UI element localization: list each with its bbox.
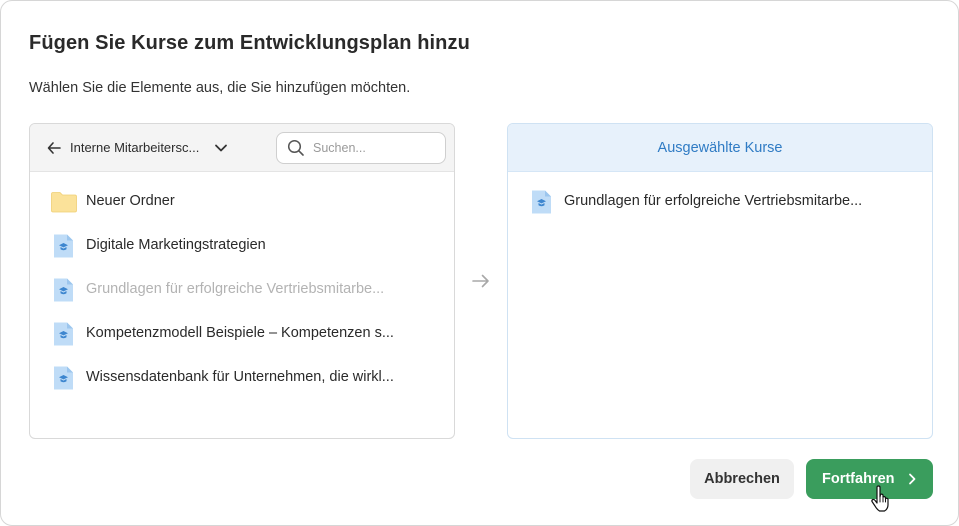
dialog-subtitle: Wählen Sie die Elemente aus, die Sie hin… bbox=[29, 80, 411, 96]
selected-item-label: Grundlagen für erfolgreiche Vertriebsmit… bbox=[564, 193, 863, 209]
folder-icon bbox=[51, 192, 77, 213]
list-item-course[interactable]: Kompetenzmodell Beispiele – Kompetenzen … bbox=[30, 312, 454, 356]
add-courses-dialog: Fügen Sie Kurse zum Entwicklungsplan hin… bbox=[0, 0, 959, 526]
cancel-button[interactable]: Abbrechen bbox=[690, 459, 794, 499]
selected-panel: Ausgewählte Kurse Grundlagen für erfolgr… bbox=[507, 123, 933, 439]
course-file-icon bbox=[54, 234, 73, 258]
chevron-down-icon[interactable] bbox=[213, 141, 229, 155]
selected-panel-header: Ausgewählte Kurse bbox=[508, 124, 932, 172]
selected-item[interactable]: Grundlagen für erfolgreiche Vertriebsmit… bbox=[508, 180, 932, 224]
arrow-right-icon bbox=[472, 274, 489, 288]
dialog-title: Fügen Sie Kurse zum Entwicklungsplan hin… bbox=[29, 32, 470, 54]
chevron-right-icon bbox=[909, 473, 916, 485]
selected-item-list: Grundlagen für erfolgreiche Vertriebsmit… bbox=[508, 180, 932, 224]
search-box bbox=[276, 132, 446, 164]
list-item-label: Wissensdatenbank für Unternehmen, die wi… bbox=[86, 369, 394, 385]
list-item-label: Kompetenzmodell Beispiele – Kompetenzen … bbox=[86, 325, 394, 341]
list-item-folder[interactable]: Neuer Ordner bbox=[30, 180, 454, 224]
source-folder-label[interactable]: Interne Mitarbeitersc... bbox=[70, 140, 199, 155]
list-item-course[interactable]: Digitale Marketingstrategien bbox=[30, 224, 454, 268]
course-file-icon bbox=[532, 190, 551, 214]
course-file-icon bbox=[54, 322, 73, 346]
source-item-list: Neuer Ordner Digitale Marketingstrategie… bbox=[30, 180, 454, 400]
list-item-course[interactable]: Wissensdatenbank für Unternehmen, die wi… bbox=[30, 356, 454, 400]
search-icon bbox=[287, 139, 304, 156]
search-input[interactable] bbox=[313, 137, 439, 159]
list-item-label: Grundlagen für erfolgreiche Vertriebsmit… bbox=[86, 281, 385, 297]
arrow-left-icon[interactable] bbox=[46, 139, 62, 157]
list-item-course-selected: Grundlagen für erfolgreiche Vertriebsmit… bbox=[30, 268, 454, 312]
source-panel: Interne Mitarbeitersc... Neuer Ordner bbox=[29, 123, 455, 439]
continue-button-label: Fortfahren bbox=[822, 471, 895, 487]
list-item-label: Neuer Ordner bbox=[86, 193, 175, 209]
course-file-icon bbox=[54, 366, 73, 390]
course-file-icon bbox=[54, 278, 73, 302]
list-item-label: Digitale Marketingstrategien bbox=[86, 237, 266, 253]
source-panel-header: Interne Mitarbeitersc... bbox=[30, 124, 454, 172]
continue-button[interactable]: Fortfahren bbox=[806, 459, 933, 499]
